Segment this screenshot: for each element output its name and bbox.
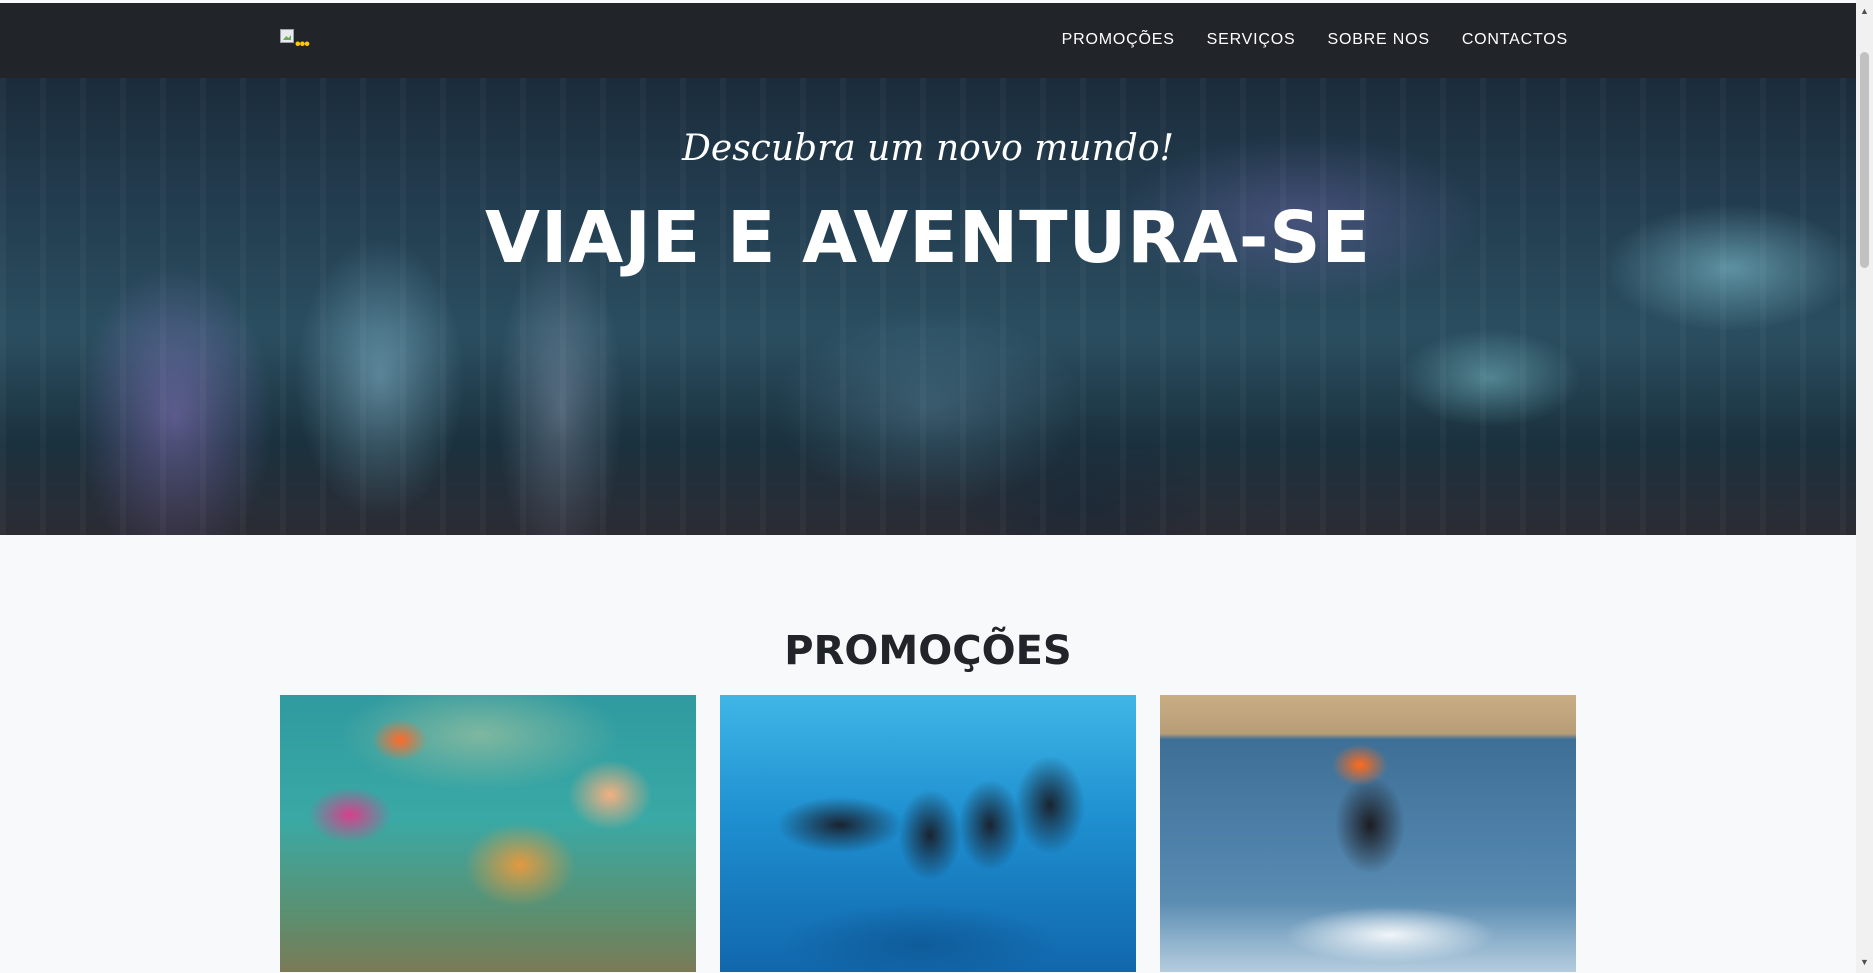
- logo-dots: •••: [295, 36, 310, 53]
- nav-links: PROMOÇÕES SERVIÇOS SOBRE NOS CONTACTOS: [1030, 31, 1568, 49]
- navbar: ••• PROMOÇÕES SERVIÇOS SOBRE NOS CONTACT…: [0, 3, 1856, 78]
- scroll-up-arrow-icon[interactable]: ▲: [1860, 6, 1869, 16]
- nav-link-promocoes[interactable]: PROMOÇÕES: [1062, 31, 1175, 49]
- nav-link-servicos[interactable]: SERVIÇOS: [1207, 31, 1296, 49]
- page-scrollbar[interactable]: ▲ ▼: [1856, 0, 1873, 973]
- hero-banner: Descubra um novo mundo! VIAJE E AVENTURA…: [0, 78, 1856, 535]
- section-title-promocoes: PROMOÇÕES: [784, 628, 1072, 674]
- promo-card-snorkeling[interactable]: [280, 695, 696, 972]
- nav-link-contactos[interactable]: CONTACTOS: [1462, 31, 1568, 49]
- hero-title: VIAJE E AVENTURA-SE: [485, 196, 1371, 279]
- broken-image-icon: [280, 29, 294, 43]
- promo-card-scuba[interactable]: [720, 695, 1136, 972]
- promo-card-wakeboard[interactable]: [1160, 695, 1576, 972]
- scroll-down-arrow-icon[interactable]: ▼: [1860, 957, 1869, 967]
- scroll-thumb[interactable]: [1860, 52, 1869, 268]
- hero-subtitle: Descubra um novo mundo!: [682, 128, 1174, 169]
- logo-link[interactable]: •••: [280, 29, 316, 53]
- nav-link-sobre-nos[interactable]: SOBRE NOS: [1327, 31, 1429, 49]
